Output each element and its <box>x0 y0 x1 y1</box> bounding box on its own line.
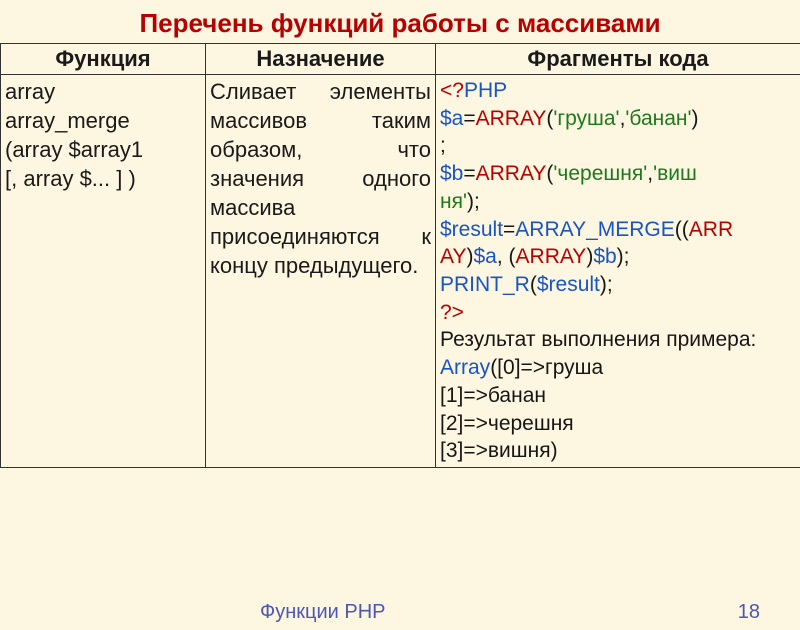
func-line: array_merge <box>5 106 201 135</box>
header-purpose: Назначение <box>206 44 436 75</box>
functions-table: Функция Назначение Фрагменты кода array … <box>0 43 800 468</box>
cell-description: Сливает элементы массивов таким образом,… <box>206 75 436 468</box>
code-line: $a=array('груша','банан') <box>440 105 796 133</box>
table-row: array array_merge (array $array1 [, arra… <box>1 75 800 468</box>
func-line: array <box>5 77 201 106</box>
output-line: [2]=>черешня <box>440 410 796 438</box>
code-line: ?> <box>440 299 796 327</box>
output-line: Array([0]=>груша <box>440 354 796 382</box>
page-number: 18 <box>738 601 760 624</box>
header-code: Фрагменты кода <box>436 44 800 75</box>
footer-label: Функции PHP <box>260 601 385 624</box>
code-line: ня'); <box>440 188 796 216</box>
func-line: (array $array1 <box>5 135 201 164</box>
code-line: ; <box>440 132 796 160</box>
code-line: $result=array_merge((arr <box>440 216 796 244</box>
output-line: [1]=>банан <box>440 382 796 410</box>
code-line: $b=array('черешня','виш <box>440 160 796 188</box>
header-function: Функция <box>1 44 206 75</box>
code-line: <?PHP <box>440 77 796 105</box>
footer: Функции PHP 18 <box>0 601 800 624</box>
code-line: ay)$a, (array)$b); <box>440 243 796 271</box>
cell-code: <?PHP $a=array('груша','банан') ; $b=arr… <box>436 75 800 468</box>
func-line: [, array $... ] ) <box>5 164 201 193</box>
code-line: print_r($result); <box>440 271 796 299</box>
result-label: Результат выполнения примера: <box>440 326 796 354</box>
cell-function: array array_merge (array $array1 [, arra… <box>1 75 206 468</box>
output-line: [3]=>вишня) <box>440 437 796 465</box>
table-header-row: Функция Назначение Фрагменты кода <box>1 44 800 75</box>
page-title: Перечень функций работы с массивами <box>0 0 800 43</box>
